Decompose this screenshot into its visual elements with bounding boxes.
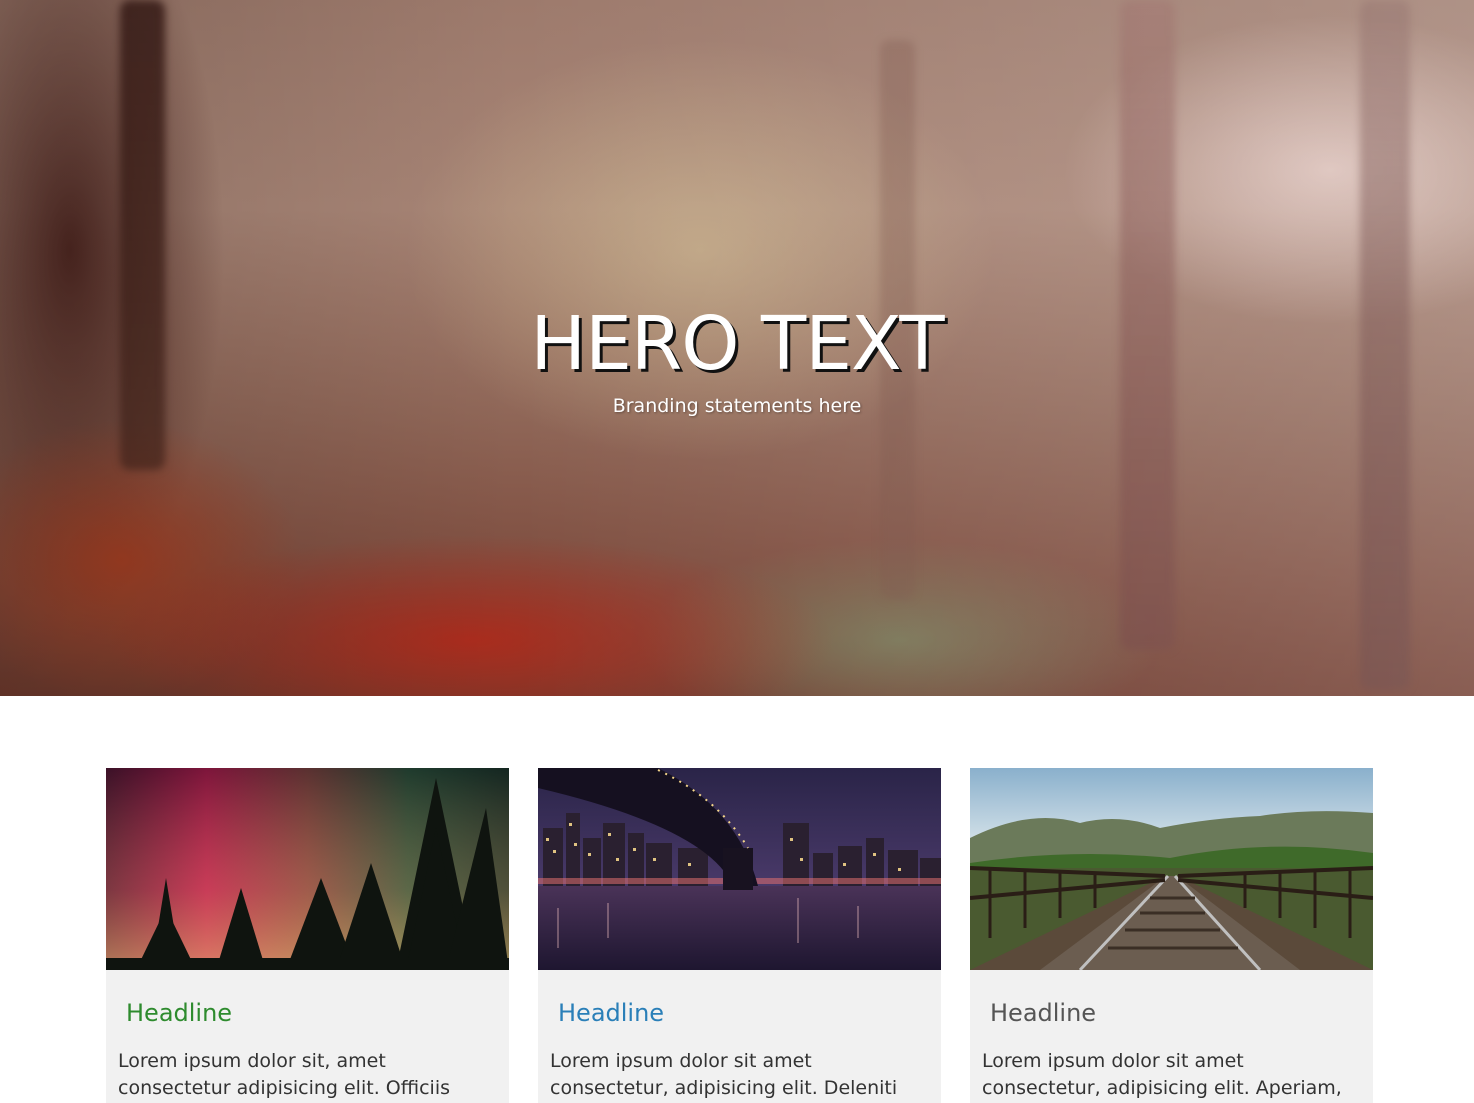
card-headline: Headline — [990, 999, 1097, 1027]
card-image-railway[interactable] — [970, 768, 1373, 970]
card-text: Lorem ipsum dolor sit amet consectetur, … — [550, 1050, 898, 1099]
card[interactable]: Headline Lorem ipsum dolor sit amet cons… — [538, 768, 941, 1103]
card-headline: Headline — [558, 999, 665, 1027]
city-bridge-image — [538, 768, 941, 970]
card[interactable]: Headline Lorem ipsum dolor sit, amet con… — [106, 768, 509, 1103]
railway-bridge-image — [970, 768, 1373, 970]
aurora-image — [106, 768, 509, 970]
card-image-aurora[interactable] — [106, 768, 509, 970]
hero-title: HERO TEXT — [530, 301, 944, 387]
card[interactable]: Headline Lorem ipsum dolor sit amet cons… — [970, 768, 1373, 1103]
card-grid: Headline Lorem ipsum dolor sit, amet con… — [106, 768, 1373, 1103]
card-text: Lorem ipsum dolor sit, amet consectetur … — [118, 1050, 450, 1099]
hero-section: HERO TEXT Branding statements here — [0, 0, 1474, 696]
card-text: Lorem ipsum dolor sit amet consectetur, … — [982, 1050, 1342, 1099]
card-headline: Headline — [126, 999, 233, 1027]
hero-subtitle: Branding statements here — [612, 395, 862, 417]
card-image-city[interactable] — [538, 768, 941, 970]
hero-content: HERO TEXT Branding statements here — [0, 300, 1474, 418]
